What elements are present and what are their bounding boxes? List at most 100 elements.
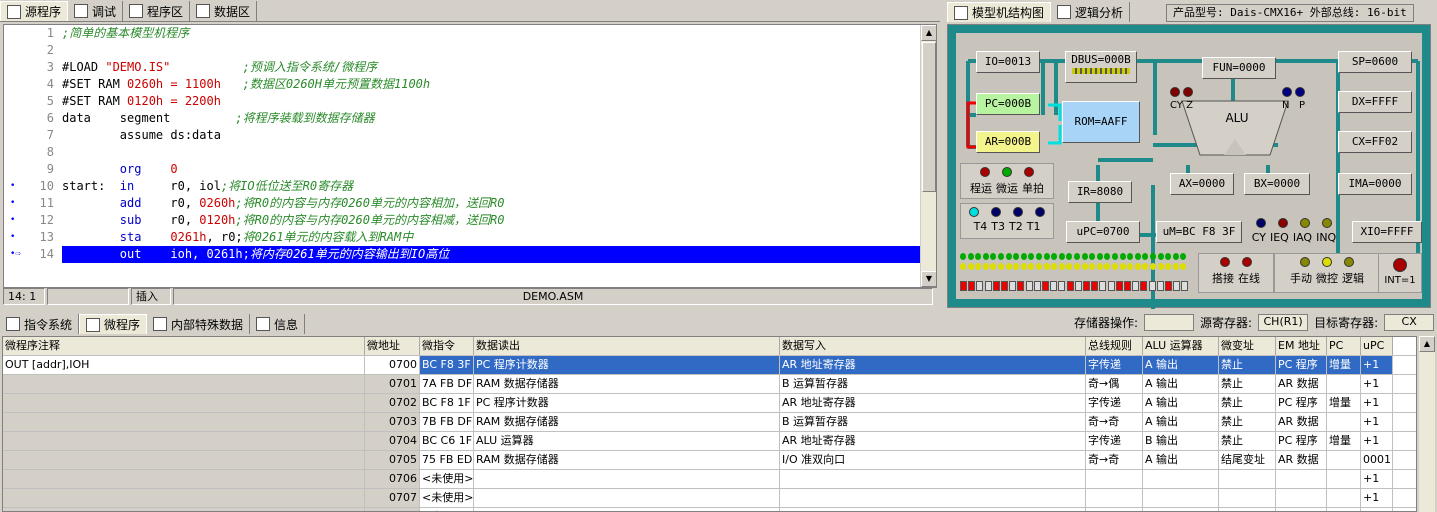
code-text: #SET RAM 0260h = 1100h ;数据区0260H单元预置数据11…	[62, 76, 430, 93]
column-header[interactable]: 微指令	[420, 337, 474, 355]
scroll-thumb[interactable]	[922, 42, 936, 192]
column-header[interactable]: uPC	[1361, 337, 1393, 355]
code-line[interactable]: 6 data segment ;将程序装载到数据存储器	[4, 110, 924, 127]
tab-left_tabs-0[interactable]: 源程序	[0, 1, 69, 21]
code-token: ;将程序装载到数据存储器	[235, 111, 375, 125]
code-text: org 0	[62, 161, 178, 178]
status-mode: 插入	[131, 288, 171, 305]
code-editor[interactable]: 1 ;简单的基本模型机程序 2 3 #LOAD "DEMO.IS" ;预调入指令系统/微…	[3, 24, 937, 288]
data-icon	[196, 4, 211, 18]
table-cell: 0708	[365, 508, 420, 511]
column-header[interactable]: 微变址	[1219, 337, 1276, 355]
column-header[interactable]: 微地址	[365, 337, 420, 355]
breakpoint-icon[interactable]: •⇨	[10, 246, 21, 263]
tab-bottom_tabs-1[interactable]: 微程序	[79, 314, 148, 334]
code-line[interactable]: 4 #SET RAM 0260h = 1100h ;数据区0260H单元预置数据1…	[4, 76, 924, 93]
table-row[interactable]: 0708<未使用>	[3, 508, 1416, 511]
int-indicator[interactable]: INT=1	[1378, 253, 1422, 293]
code-line[interactable]: 2	[4, 42, 924, 59]
table-cell: +1	[1361, 432, 1393, 450]
table-scroll-up[interactable]: ▲	[1419, 336, 1435, 352]
code-text: #SET RAM 0120h = 2200h	[62, 93, 221, 110]
table-cell: PC 程序计数器	[474, 356, 780, 374]
table-row[interactable]: 0703 7B FB DF RAM 数据存储器 B 运算暂存器 奇→奇 A 输出 禁止 AR …	[3, 413, 1416, 432]
table-cell	[1327, 489, 1361, 507]
column-header[interactable]: 总线规则	[1086, 337, 1143, 355]
table-row[interactable]: 0705 75 FB ED RAM 数据存储器 I/O 准双向口 奇→奇 A 输出 结尾变址…	[3, 451, 1416, 470]
breakpoint-icon[interactable]: •	[10, 212, 15, 229]
microprogram-table[interactable]: 微程序注释 微地址 微指令 数据读出 数据写入 总线规则 ALU 运算器 微变址 EM 地址 PC…	[2, 336, 1417, 512]
code-line[interactable]: 1 ;简单的基本模型机程序	[4, 25, 924, 42]
tab-bottom_tabs-0[interactable]: 指令系统	[0, 314, 80, 334]
breakpoint-icon[interactable]: •	[10, 195, 15, 212]
table-cell	[1086, 489, 1143, 507]
diagram-icon	[954, 5, 968, 20]
tab-right_tabs-1[interactable]: 逻辑分析	[1051, 2, 1131, 22]
ir-register: IR=8080	[1068, 181, 1132, 203]
src-reg-field[interactable]: CH(R1)	[1258, 314, 1309, 331]
code-text: sub r0, 0120h;将R0的内容与内存0260单元的内容相减，送回R0	[62, 212, 505, 229]
table-cell	[780, 508, 1086, 511]
breakpoint-icon[interactable]: •	[10, 178, 15, 195]
tab-bottom_tabs-3[interactable]: 信息	[250, 314, 306, 334]
column-header[interactable]: ALU 运算器	[1143, 337, 1219, 355]
column-header[interactable]: 数据读出	[474, 337, 780, 355]
table-cell	[1219, 470, 1276, 488]
tab-right_tabs-0[interactable]: 模型机结构图	[947, 2, 1052, 22]
code-line[interactable]: • 12 sub r0, 0120h;将R0的内容与内存0260单元的内容相减，送…	[4, 212, 924, 229]
scroll-up-button[interactable]: ▲	[921, 25, 936, 41]
column-header[interactable]: PC	[1327, 337, 1361, 355]
code-line[interactable]: 9 org 0	[4, 161, 924, 178]
tab-left_tabs-1[interactable]: 调试	[68, 1, 124, 21]
code-line[interactable]: 3 #LOAD "DEMO.IS" ;预调入指令系统/微程序	[4, 59, 924, 76]
table-scrollbar[interactable]: ▲	[1419, 336, 1435, 512]
tab-label: 微程序	[104, 318, 141, 332]
upc-register: uPC=0700	[1066, 221, 1140, 243]
table-cell: <未使用>	[420, 508, 474, 511]
code-line[interactable]: 7 assume ds:data	[4, 127, 924, 144]
instruction-icon	[6, 317, 20, 331]
table-cell: OUT [addr],IOH	[3, 356, 365, 374]
table-cell	[1361, 508, 1393, 511]
src-reg-label: 源寄存器:	[1200, 316, 1253, 330]
code-token: #SET RAM	[62, 77, 128, 91]
code-line[interactable]: 8	[4, 144, 924, 161]
fun-register: FUN=0000	[1202, 57, 1276, 79]
code-line[interactable]: • 13 sta 0261h, r0;将0261单元的内容载入到RAM中	[4, 229, 924, 246]
code-text: #LOAD "DEMO.IS" ;预调入指令系统/微程序	[62, 59, 377, 76]
table-row[interactable]: 0702 BC F8 1F PC 程序计数器 AR 地址寄存器 字传递 A 输出 禁止 PC …	[3, 394, 1416, 413]
microprogram-icon	[86, 317, 101, 332]
table-row[interactable]: 0701 7A FB DF RAM 数据存储器 B 运算暂存器 奇→偶 A 输出 禁止 AR …	[3, 375, 1416, 394]
table-cell: 禁止	[1219, 413, 1276, 431]
tab-bottom_tabs-2[interactable]: 内部特殊数据	[147, 314, 251, 334]
column-header[interactable]: EM 地址	[1276, 337, 1327, 355]
tab-left_tabs-2[interactable]: 程序区	[123, 1, 191, 21]
code-text: assume ds:data	[62, 127, 221, 144]
table-row[interactable]: 0707 <未使用> +1	[3, 489, 1416, 508]
status-line: 14: 1	[3, 288, 45, 305]
tab-left_tabs-3[interactable]: 数据区	[190, 1, 258, 21]
table-row[interactable]: 0706 <未使用> +1	[3, 470, 1416, 489]
led-icon	[1300, 218, 1310, 228]
column-header[interactable]: 数据写入	[780, 337, 1086, 355]
table-row[interactable]: OUT [addr],IOH 0700 BC F8 3F PC 程序计数器 AR 地址寄…	[3, 356, 1416, 375]
code-line[interactable]: 5 #SET RAM 0120h = 2200h	[4, 93, 924, 110]
column-header[interactable]: 微程序注释	[3, 337, 365, 355]
table-cell: +1	[1361, 394, 1393, 412]
ax-register: AX=0000	[1170, 173, 1234, 195]
table-cell: +1	[1361, 375, 1393, 393]
breakpoint-icon[interactable]: •	[10, 229, 15, 246]
table-cell: 0705	[365, 451, 420, 469]
code-line[interactable]: •⇨ 14 out ioh, 0261h;将内存0261单元的内容输出到IO高位	[4, 246, 924, 263]
code-line[interactable]: • 11 add r0, 0260h;将R0的内容与内存0260单元的内容相加，送…	[4, 195, 924, 212]
editor-scrollbar[interactable]: ▲ ▼	[920, 25, 936, 287]
cy-z-flags: CY Z	[1170, 87, 1194, 111]
store-op-field[interactable]	[1144, 314, 1195, 331]
scroll-down-button[interactable]: ▼	[921, 271, 936, 287]
table-cell: 奇→偶	[1086, 375, 1143, 393]
code-line[interactable]: • 10 start: in r0, iol;将IO低位送至R0寄存器	[4, 178, 924, 195]
led-icon	[1278, 218, 1288, 228]
code-token: add	[119, 196, 142, 210]
table-row[interactable]: 0704 BC C6 1F ALU 运算器 AR 地址寄存器 字传递 B 输出 禁止 PC 程…	[3, 432, 1416, 451]
dst-reg-field[interactable]: CX	[1384, 314, 1435, 331]
